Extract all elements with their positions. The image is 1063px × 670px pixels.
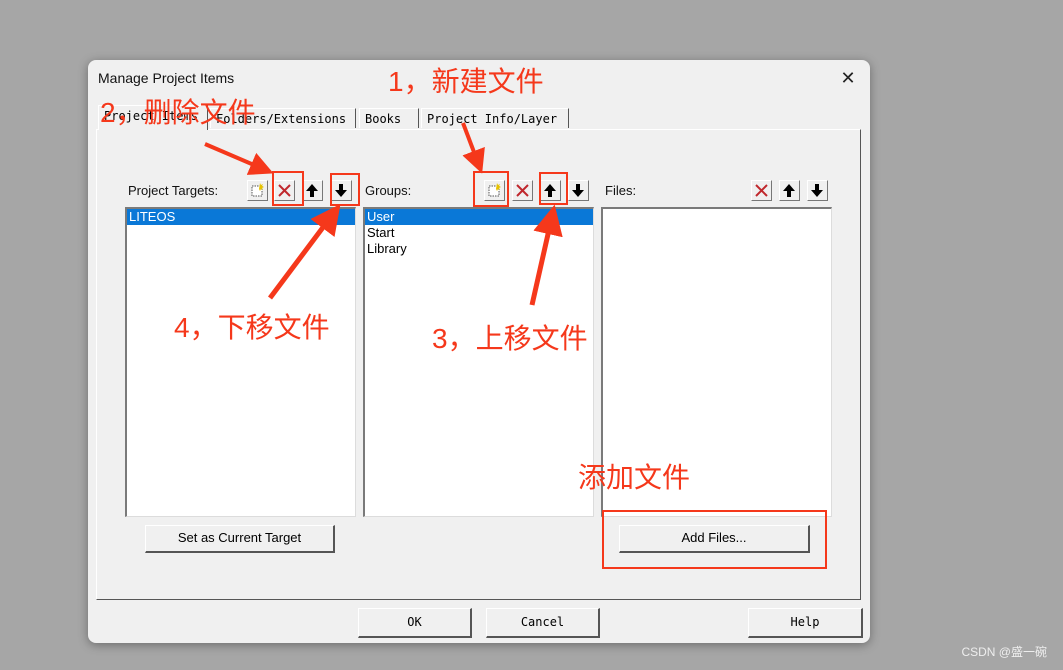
highlight-delete-target [272,171,304,206]
new-icon [251,183,264,197]
delete-file-button[interactable] [751,180,772,201]
delete-icon [755,184,768,197]
highlight-add-files [602,510,827,569]
annotation-delete-file: 2，删除文件 [100,97,256,128]
ok-button[interactable]: OK [358,608,472,638]
highlight-new-group [473,171,509,207]
project-targets-list[interactable]: LITEOS [125,207,356,517]
cancel-button[interactable]: Cancel [486,608,600,638]
move-down-icon [572,184,584,197]
delete-group-button[interactable] [512,180,533,201]
groups-list[interactable]: User Start Library [363,207,594,517]
set-current-target-button[interactable]: Set as Current Target [145,525,335,553]
new-target-button[interactable] [247,180,268,201]
highlight-move-down [330,173,360,206]
group-item-user[interactable]: User [365,209,593,225]
move-down-file-button[interactable] [807,180,828,201]
tab-books[interactable]: Books [359,108,419,128]
move-up-icon [783,184,795,197]
annotation-new-file: 1，新建文件 [388,66,544,97]
highlight-move-up [539,172,568,205]
group-item-start[interactable]: Start [365,225,593,241]
delete-icon [516,184,529,197]
dialog-title: Manage Project Items [98,70,235,86]
close-button[interactable]: ✕ [834,66,862,90]
files-label: Files: [605,183,637,198]
annotation-add-file: 添加文件 [578,462,691,493]
annotation-move-down: 4，下移文件 [174,312,330,343]
annotation-move-up: 3，上移文件 [432,323,588,354]
groups-label: Groups: [365,183,412,198]
target-item-liteos[interactable]: LITEOS [127,209,355,225]
watermark: CSDN @盛一碗 [961,645,1047,659]
group-item-library[interactable]: Library [365,241,593,257]
help-button[interactable]: Help [748,608,863,638]
project-targets-label: Project Targets: [128,183,219,198]
move-up-file-button[interactable] [779,180,800,201]
move-up-icon [306,184,318,197]
move-down-group-button[interactable] [568,180,589,201]
move-up-target-button[interactable] [302,180,323,201]
move-down-icon [811,184,823,197]
tab-project-info-layer[interactable]: Project Info/Layer [421,108,569,128]
